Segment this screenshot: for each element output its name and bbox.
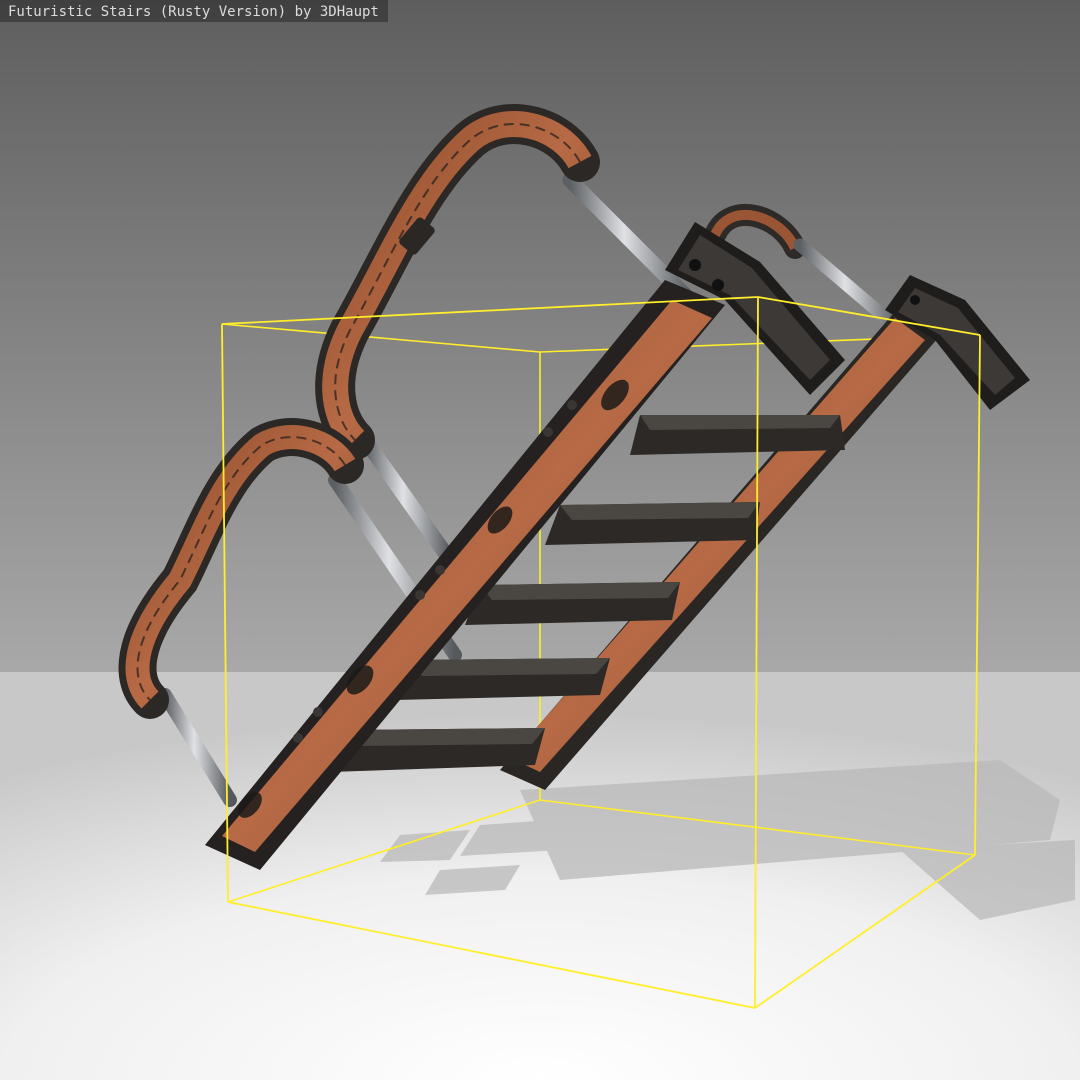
- scene-canvas: [0, 0, 1080, 1080]
- 3d-viewport[interactable]: [0, 0, 1080, 1080]
- model-title-label: Futuristic Stairs (Rusty Version) by 3DH…: [0, 0, 388, 22]
